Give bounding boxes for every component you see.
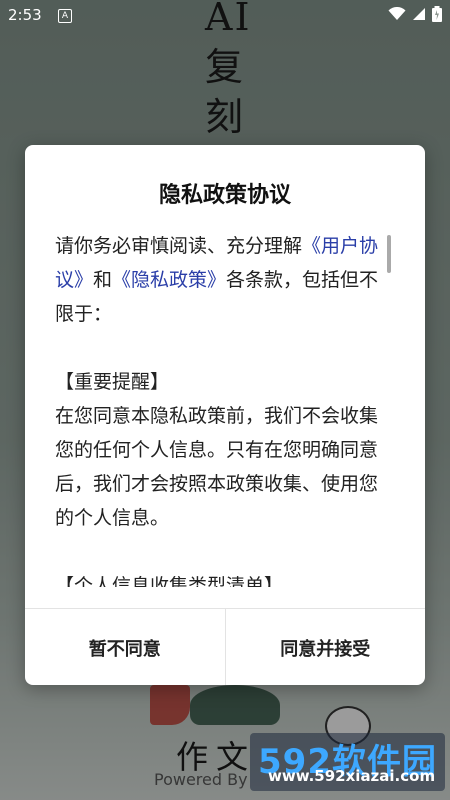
section-heading: 【重要提醒】 bbox=[55, 371, 170, 393]
wifi-icon bbox=[388, 7, 406, 20]
dialog-scroll-content[interactable]: 请你务必审慎阅读、充分理解《用户协议》和《隐私政策》各条款，包括但不限于： 【重… bbox=[55, 229, 390, 587]
dialog-actions: 暂不同意 同意并接受 bbox=[25, 608, 425, 685]
status-time: 2:53 bbox=[8, 6, 42, 24]
notification-icon: A bbox=[58, 9, 72, 23]
watermark-url: www.592xiazai.com bbox=[268, 767, 436, 785]
dialog-title: 隐私政策协议 bbox=[158, 183, 291, 208]
accept-button[interactable]: 同意并接受 bbox=[224, 609, 426, 685]
status-icons bbox=[388, 6, 442, 22]
intro-paragraph: 请你务必审慎阅读、充分理解《用户协议》和《隐私政策》各条款，包括但不限于： bbox=[55, 229, 390, 331]
status-bar: 2:53 A bbox=[0, 0, 450, 32]
privacy-policy-dialog: 隐私政策协议 请你务必审慎阅读、充分理解《用户协议》和《隐私政策》各条款，包括但… bbox=[25, 145, 425, 685]
battery-icon bbox=[432, 6, 442, 22]
decline-button[interactable]: 暂不同意 bbox=[25, 609, 225, 685]
intro-and-text: 和 bbox=[93, 269, 113, 291]
section-text: 在您同意本隐私政策前，我们不会收集您的任何个人信息。只有在您明确同意后，我们才会… bbox=[55, 405, 379, 529]
section-heading: 【个人信息收集类型清单】 bbox=[55, 575, 284, 587]
privacy-policy-link[interactable]: 《隐私政策》 bbox=[112, 269, 226, 291]
scrollbar-thumb[interactable] bbox=[387, 235, 391, 273]
signal-icon bbox=[413, 8, 425, 20]
intro-text: 请你务必审慎阅读、充分理解 bbox=[55, 235, 303, 257]
